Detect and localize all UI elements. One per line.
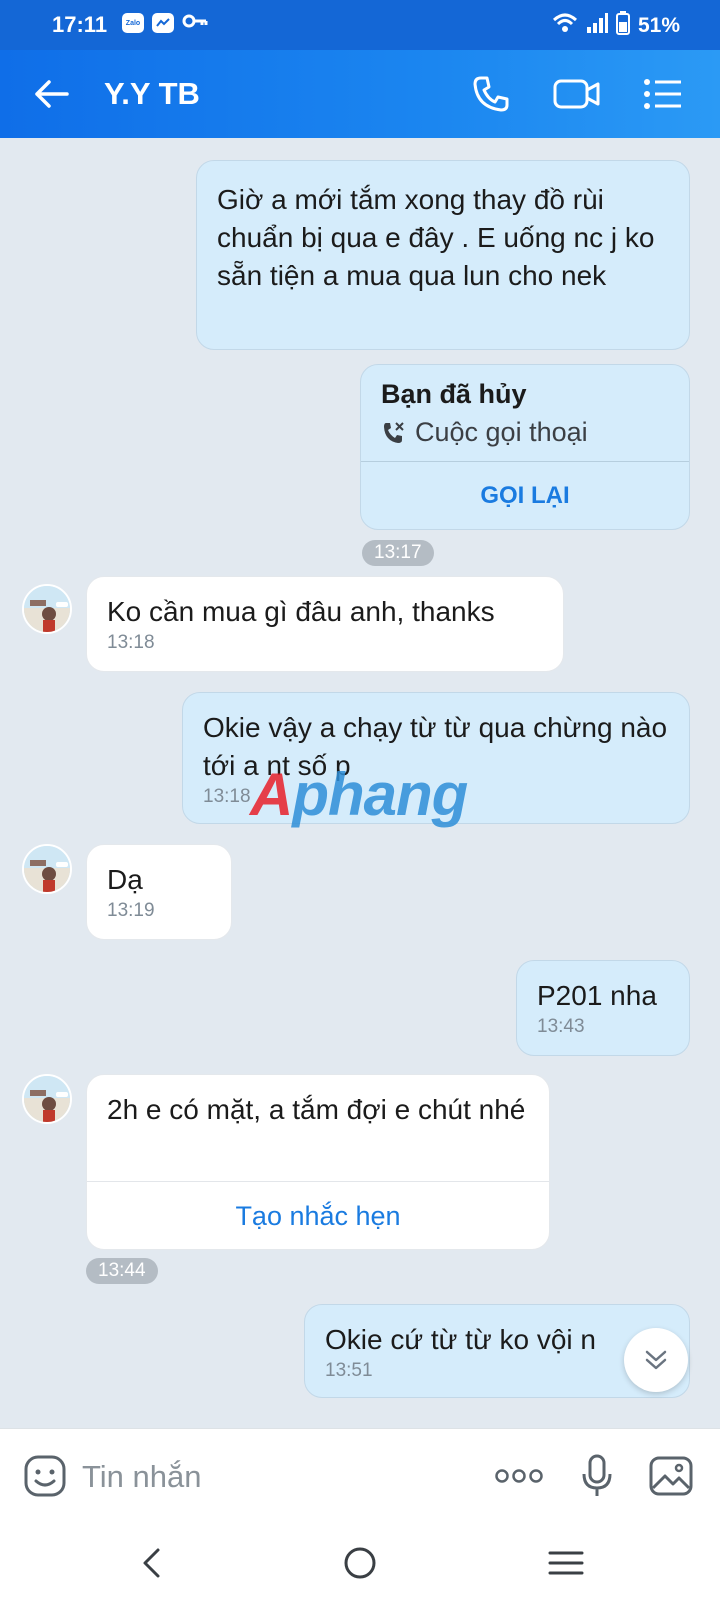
recents-lines-icon bbox=[548, 1551, 584, 1575]
zalo-app-icon: Zalo bbox=[122, 13, 144, 33]
signal-icon bbox=[586, 12, 608, 40]
chevron-double-down-icon bbox=[645, 1350, 667, 1370]
call-type-label: Cuộc gọi thoại bbox=[415, 417, 588, 447]
message-text: P201 nha bbox=[537, 980, 657, 1011]
chevron-left-icon bbox=[143, 1548, 160, 1578]
battery-percent: 51% bbox=[637, 14, 680, 37]
voice-call-button[interactable] bbox=[466, 70, 516, 118]
time-divider: 13:44 bbox=[86, 1258, 158, 1284]
message-input-bar bbox=[0, 1428, 720, 1524]
call-status: Bạn đã hủy bbox=[381, 379, 527, 409]
call-card[interactable]: Bạn đã hủy Cuộc gọi thoại GỌI LẠI bbox=[360, 364, 690, 530]
watermark-text: phang bbox=[292, 761, 468, 828]
message-text: Ko cần mua gì đâu anh, thanks bbox=[107, 596, 495, 627]
status-time: 17:11 bbox=[52, 12, 108, 37]
microphone-icon bbox=[582, 1454, 612, 1496]
message-time: 13:43 bbox=[537, 1016, 585, 1037]
list-menu-icon bbox=[644, 79, 681, 109]
image-picker-button[interactable] bbox=[646, 1451, 696, 1501]
voice-record-button[interactable] bbox=[572, 1451, 622, 1501]
avatar-illustration bbox=[24, 1076, 70, 1122]
video-call-button[interactable] bbox=[552, 70, 602, 118]
key-icon bbox=[182, 14, 208, 33]
watermark-letter: A bbox=[250, 761, 293, 828]
video-camera-icon bbox=[553, 79, 600, 109]
back-button[interactable] bbox=[26, 72, 76, 116]
sent-message[interactable]: Giờ a mới tắm xong thay đồ rùi chuẩn bị … bbox=[196, 160, 690, 350]
menu-button[interactable] bbox=[638, 70, 688, 118]
received-message[interactable]: 2h e có mặt, a tắm đợi e chút nhé Tạo nh… bbox=[86, 1074, 550, 1250]
more-dots-icon bbox=[495, 1469, 543, 1483]
arrow-left-icon bbox=[35, 80, 69, 108]
received-message[interactable]: Ko cần mua gì đâu anh, thanks 13:18 bbox=[86, 576, 564, 672]
received-message[interactable]: Dạ 13:19 bbox=[86, 844, 232, 940]
message-time: 13:19 bbox=[107, 900, 155, 921]
avatar-illustration bbox=[24, 846, 70, 892]
message-time: 13:18 bbox=[107, 632, 155, 653]
emoji-button[interactable] bbox=[20, 1451, 70, 1501]
image-gallery-icon bbox=[649, 1456, 693, 1496]
nav-home-button[interactable] bbox=[330, 1536, 390, 1590]
battery-icon bbox=[615, 11, 630, 41]
sticker-smile-icon bbox=[24, 1455, 66, 1497]
message-input[interactable] bbox=[82, 1451, 382, 1503]
scroll-to-bottom-button[interactable] bbox=[624, 1328, 688, 1392]
missed-call-icon bbox=[384, 421, 404, 443]
more-options-button[interactable] bbox=[494, 1451, 544, 1501]
time-divider: 13:17 bbox=[362, 540, 434, 566]
wifi-icon bbox=[552, 12, 578, 40]
create-reminder-button[interactable]: Tạo nhắc hẹn bbox=[87, 1181, 549, 1251]
call-back-button[interactable]: GỌI LẠI bbox=[361, 461, 689, 531]
messenger-app-icon bbox=[152, 13, 174, 33]
chat-area[interactable]: Giờ a mới tắm xong thay đồ rùi chuẩn bị … bbox=[0, 138, 720, 1428]
avatar-illustration bbox=[24, 586, 70, 632]
message-text: Giờ a mới tắm xong thay đồ rùi chuẩn bị … bbox=[217, 184, 655, 291]
chat-header: Y.Y TB bbox=[0, 50, 720, 138]
contact-avatar[interactable] bbox=[22, 844, 72, 894]
home-circle-icon bbox=[344, 1547, 376, 1579]
status-indicators: 51% bbox=[552, 11, 680, 41]
message-text: 2h e có mặt, a tắm đợi e chút nhé bbox=[107, 1094, 526, 1125]
message-text: Dạ bbox=[107, 864, 143, 895]
status-bar: 17:11 Zalo 51% bbox=[0, 0, 720, 50]
contact-name[interactable]: Y.Y TB bbox=[104, 76, 200, 112]
nav-back-button[interactable] bbox=[122, 1536, 182, 1590]
nav-recents-button[interactable] bbox=[536, 1536, 596, 1590]
contact-avatar[interactable] bbox=[22, 1074, 72, 1124]
system-nav-bar bbox=[0, 1524, 720, 1600]
notification-icons: Zalo bbox=[122, 13, 208, 33]
sent-message[interactable]: P201 nha 13:43 bbox=[516, 960, 690, 1056]
phone-icon bbox=[473, 76, 509, 112]
watermark-logo: Aphang bbox=[250, 760, 468, 829]
contact-avatar[interactable] bbox=[22, 584, 72, 634]
call-type: Cuộc gọi thoại bbox=[381, 417, 588, 448]
